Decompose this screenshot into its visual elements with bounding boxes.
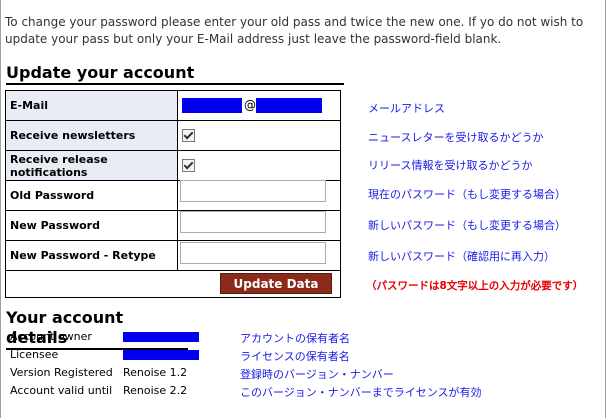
account-owner-label: Account owner bbox=[10, 330, 92, 343]
version-registered-note: 登録時のバージョン・ナンバー bbox=[240, 368, 394, 381]
account-details-title: Your account details bbox=[6, 308, 188, 350]
licensee-label: Licensee bbox=[10, 348, 59, 361]
new-password-retype-note: 新しいパスワード（確認用に再入力） bbox=[368, 250, 555, 263]
new-password-note: 新しいパスワード（もし変更する場合） bbox=[368, 219, 566, 232]
version-registered-value: Renoise 1.2 bbox=[123, 366, 188, 379]
intro-text: To change your password please enter you… bbox=[5, 15, 584, 46]
account-valid-label: Account valid until bbox=[10, 384, 113, 397]
new-password-input[interactable] bbox=[180, 211, 326, 233]
account-valid-note: このバージョン・ナンバーまでライセンスが有効 bbox=[240, 386, 482, 399]
old-password-note: 現在のパスワード（もし変更する場合） bbox=[368, 188, 566, 201]
update-data-button[interactable]: Update Data bbox=[220, 273, 332, 294]
account-owner-redacted bbox=[123, 332, 199, 342]
email-note: メールアドレス bbox=[368, 102, 445, 115]
password-rule-note: （パスワードは8文字以上の入力が必要です） bbox=[366, 280, 584, 292]
old-password-input[interactable] bbox=[180, 180, 326, 202]
version-registered-label: Version Registered bbox=[10, 366, 113, 379]
new-password-retype-input[interactable] bbox=[180, 242, 326, 264]
account-valid-value: Renoise 2.2 bbox=[123, 384, 188, 397]
licensee-redacted bbox=[123, 350, 199, 360]
update-account-title: Update your account bbox=[6, 63, 344, 85]
licensee-note: ライセンスの保有者名 bbox=[240, 350, 350, 363]
release-note: リリース情報を受け取るかどうか bbox=[368, 159, 533, 172]
newsletters-note: ニュースレターを受け取るかどうか bbox=[368, 131, 544, 144]
account-owner-note: アカウントの保有者名 bbox=[240, 332, 350, 345]
